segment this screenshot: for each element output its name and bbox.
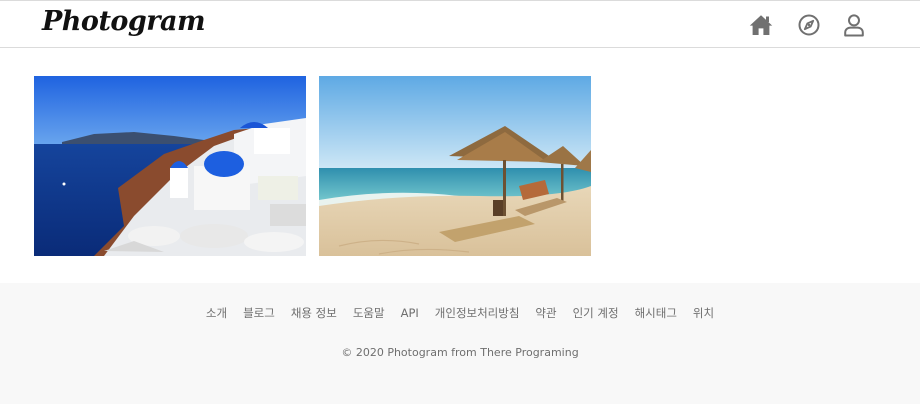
footer-link[interactable]: 소개 (206, 305, 227, 321)
home-icon[interactable] (749, 13, 773, 37)
footer-link[interactable]: 약관 (535, 305, 556, 321)
footer-link[interactable]: 해시태그 (635, 305, 677, 321)
copyright-text: © 2020 Photogram from There Programing (341, 346, 579, 359)
footer-link[interactable]: 인기 계정 (573, 305, 619, 321)
top-header: Photogram (0, 1, 920, 48)
footer-link[interactable]: 위치 (693, 305, 714, 321)
beach-umbrellas-photo (319, 76, 591, 256)
footer-link[interactable]: API (401, 306, 419, 320)
compass-icon[interactable] (797, 13, 821, 37)
post-beach[interactable] (319, 76, 591, 256)
footer-links: 소개 블로그 채용 정보 도움말 API 개인정보처리방침 약관 인기 계정 해시태그 위치 (0, 305, 920, 321)
footer-link[interactable]: 개인정보처리방침 (435, 305, 520, 321)
page-footer: 소개 블로그 채용 정보 도움말 API 개인정보처리방침 약관 인기 계정 해시태그 위치 © … (0, 283, 920, 404)
santorini-photo (34, 76, 306, 256)
footer-link[interactable]: 채용 정보 (291, 305, 337, 321)
footer-link[interactable]: 블로그 (243, 305, 275, 321)
user-icon[interactable] (842, 13, 866, 37)
footer-link[interactable]: 도움말 (353, 305, 385, 321)
logo[interactable]: Photogram (42, 6, 206, 37)
post-santorini[interactable] (34, 76, 306, 256)
